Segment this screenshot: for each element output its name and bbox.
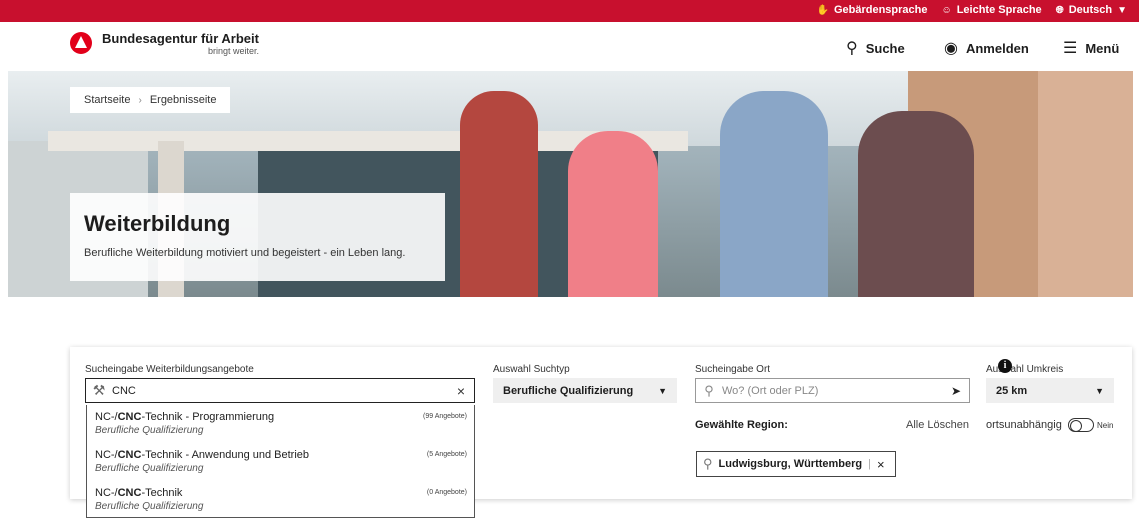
login-label: Anmelden (965, 40, 1029, 56)
location-independent-label: ortsunabhängig (986, 419, 1062, 431)
location-pin-icon: ⚲ (703, 456, 713, 471)
suggestion-item[interactable]: NC-/CNC-Technik - Programmierung Berufli… (95, 411, 467, 443)
clear-all-link[interactable]: Alle Löschen (906, 419, 969, 431)
suggestion-category: Berufliche Qualifizierung (95, 501, 204, 512)
menu-button[interactable]: ☰ Menü (1063, 38, 1119, 58)
easy-language-label: Leichte Sprache (956, 4, 1042, 16)
search-button[interactable]: ⚲ Suche (846, 38, 905, 58)
radius-value: 25 km (996, 384, 1028, 397)
hero-card: Weiterbildung Berufliche Weiterbildung m… (70, 193, 445, 281)
location-placeholder: Wo? (Ort oder PLZ) (722, 384, 819, 397)
person-figure (460, 91, 538, 297)
close-icon[interactable]: × (448, 383, 474, 399)
selected-region-label: Ludwigsburg, Württemberg (718, 458, 863, 470)
suggestion-category: Berufliche Qualifizierung (95, 463, 204, 474)
search-type-select[interactable]: Berufliche Qualifizierung ▼ (493, 378, 677, 403)
suggestion-title: NC-/CNC-Technik - Programmierung (95, 411, 275, 423)
login-button[interactable]: ◉ Anmelden (944, 38, 1029, 58)
search-icon: ⚲ (846, 40, 858, 57)
brand-claim: bringt weiter. (207, 46, 259, 56)
caret-down-icon: ▼ (658, 385, 667, 396)
easy-language-link[interactable]: ☺ Leichte Sprache (941, 4, 1041, 16)
person-figure (720, 91, 828, 297)
person-figure (858, 111, 974, 297)
suggestion-count: (99 Angebote) (423, 413, 467, 420)
suggestion-category: Berufliche Qualifizierung (95, 425, 204, 436)
caret-down-icon: ▼ (1095, 385, 1104, 396)
globe-icon: 🌐︎ (1055, 4, 1064, 16)
language-label: Deutsch (1068, 4, 1113, 16)
suggestion-count: (5 Angebote) (426, 451, 467, 458)
breadcrumb: Startseite › Ergebnisseite (70, 87, 231, 113)
locate-me-icon[interactable]: ➤ (943, 384, 969, 398)
suggestion-title: NC-/CNC-Technik - Anwendung und Betrieb (95, 449, 310, 461)
selected-region-chip: ⚲ Ludwigsburg, Württemberg | × (696, 451, 896, 477)
course-search-value: CNC (112, 384, 136, 397)
chevron-right-icon: › (138, 94, 142, 106)
breadcrumb-current: Ergebnisseite (149, 94, 217, 106)
course-search-input[interactable]: ⚒ CNC × (85, 378, 475, 403)
hand-icon: ✋ (816, 4, 829, 16)
page-subtitle: Berufliche Weiterbildung motiviert und b… (84, 247, 406, 259)
suggestion-item[interactable]: NC-/CNC-Technik Berufliche Qualifizierun… (95, 487, 467, 518)
sign-language-link[interactable]: ✋ Gebärdensprache (816, 4, 927, 16)
suggestion-title: NC-/CNC-Technik (95, 487, 183, 499)
suggestion-item[interactable]: NC-/CNC-Technik - Anwendung und Betrieb … (95, 449, 467, 481)
query-label: Sucheingabe Weiterbildungsangebote (85, 364, 254, 375)
suggestion-count: (0 Angebote) (426, 489, 467, 496)
agency-logo-icon (70, 32, 92, 54)
site-header: Bundesagentur für Arbeit bringt weiter. … (0, 22, 1139, 71)
user-icon: ◉ (944, 40, 958, 57)
location-input[interactable]: ⚲ Wo? (Ort oder PLZ) ➤ (695, 378, 970, 403)
search-type-value: Berufliche Qualifizierung (503, 384, 634, 397)
remove-region-icon[interactable]: × (877, 457, 885, 472)
location-label: Sucheingabe Ort (695, 364, 771, 375)
divider: | (868, 458, 871, 470)
region-label: Gewählte Region: (695, 419, 788, 431)
logo-link[interactable]: Bundesagentur für Arbeit bringt weiter. (70, 32, 259, 56)
sign-language-label: Gebärdensprache (833, 4, 928, 16)
toggle-state-label: Nein (1097, 421, 1114, 430)
search-type-label: Auswahl Suchtyp (493, 364, 570, 375)
logo-text: Bundesagentur für Arbeit bringt weiter. (102, 31, 259, 57)
language-selector[interactable]: 🌐︎ Deutsch ▼ (1056, 4, 1127, 16)
radius-select[interactable]: 25 km ▼ (986, 378, 1114, 403)
tools-icon: ⚒ (92, 382, 106, 398)
chevron-down-icon: ▼ (1117, 4, 1127, 16)
menu-label: Menü (1085, 40, 1120, 56)
search-label: Suche (865, 40, 905, 56)
breadcrumb-home[interactable]: Startseite (84, 94, 130, 106)
hamburger-icon: ☰ (1063, 40, 1078, 57)
utility-bar: ✋ Gebärdensprache ☺ Leichte Sprache 🌐︎ D… (0, 0, 1139, 22)
location-pin-icon: ⚲ (704, 382, 714, 398)
person-figure (568, 131, 658, 297)
brand-name: Bundesagentur für Arbeit (102, 31, 259, 46)
info-icon[interactable]: i (998, 359, 1012, 373)
utility-links: ✋ Gebärdensprache ☺ Leichte Sprache 🌐︎ D… (816, 4, 1127, 16)
location-independent-toggle[interactable] (1068, 418, 1094, 432)
easy-language-icon: ☺ (941, 4, 952, 16)
page-title: Weiterbildung (84, 211, 231, 236)
autocomplete-dropdown: NC-/CNC-Technik - Programmierung Berufli… (86, 405, 475, 518)
